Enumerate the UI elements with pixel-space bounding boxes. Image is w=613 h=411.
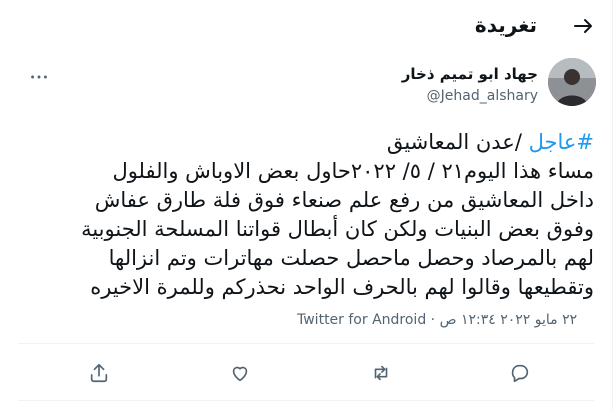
more-options-icon[interactable] <box>28 66 50 88</box>
reply-icon[interactable] <box>509 362 533 386</box>
author-handle[interactable]: @Jehad_alshary <box>402 86 538 106</box>
tweet-line-3: داخل المعاشيق من رفع علم صنعاء فوق فلة ط… <box>94 188 594 212</box>
divider-bottom <box>18 400 594 401</box>
page-title: تغريدة <box>474 13 537 37</box>
tweet-time[interactable]: ١٢:٣٤ ص <box>440 312 496 328</box>
tweet-line-4: وفوق بعض البنيات ولكن كان أبطال قواتنا ا… <box>81 217 594 241</box>
author-block: جهاد ابو تميم ذخار @Jehad_alshary <box>402 64 538 106</box>
divider <box>18 343 594 344</box>
tweet-line-6: وتقطيعها وقالوا لهم بالحرف الواحد نحذركم… <box>90 275 594 299</box>
action-bar <box>0 350 612 396</box>
retweet-icon[interactable] <box>370 362 394 386</box>
tweet-date[interactable]: ٢٢ مايو ٢٠٢٢ <box>500 312 577 328</box>
hashtag-link[interactable]: #عاجل <box>529 130 594 154</box>
tweet-detail-page: تغريدة جهاد ابو تميم ذخار @Jehad_alshary… <box>0 0 613 411</box>
avatar[interactable] <box>548 58 596 106</box>
tweet-line-1: #عاجل /عدن المعاشيق <box>14 128 594 157</box>
author-name[interactable]: جهاد ابو تميم ذخار <box>402 64 538 84</box>
tweet-line-5: لهم بالمرصاد وحصل ماحصل حصلت مهاترات وتم… <box>108 246 594 270</box>
tweet-text: #عاجل /عدن المعاشيق مساء هذا اليوم٢١ / ٥… <box>14 128 594 302</box>
share-icon[interactable] <box>88 362 112 386</box>
tweet-line-1-text: /عدن المعاشيق <box>386 130 529 154</box>
meta-separator: · <box>426 312 440 328</box>
top-bar: تغريدة <box>0 0 612 54</box>
heart-icon[interactable] <box>229 362 253 386</box>
tweet-source-link[interactable]: Twitter for Android <box>297 312 426 328</box>
arrow-right-icon[interactable] <box>572 14 596 38</box>
tweet-line-2: مساء هذا اليوم٢١ / ٥/ ٢٠٢٢حاول بعض الاوب… <box>112 159 594 183</box>
tweet-metadata: Twitter for Android · ٢٢ مايو ٢٠٢٢ ١٢:٣٤… <box>297 312 577 328</box>
